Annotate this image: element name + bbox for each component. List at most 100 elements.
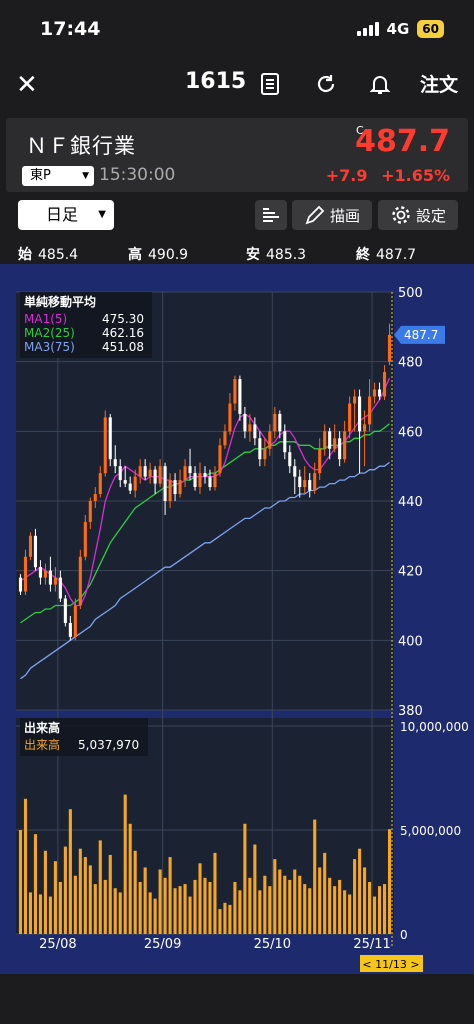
bar-list-icon bbox=[263, 208, 279, 222]
candle-up bbox=[168, 480, 172, 501]
candle-down bbox=[377, 389, 382, 397]
chevron-down-icon: ▼ bbox=[82, 171, 89, 181]
candle-up bbox=[218, 445, 222, 474]
current-price: 487.7 bbox=[355, 124, 450, 159]
period-select[interactable]: 日足 ▼ bbox=[18, 200, 114, 230]
market-select[interactable]: 東P ▼ bbox=[22, 166, 94, 186]
close-icon[interactable]: ✕ bbox=[16, 70, 38, 100]
price-tick-label: 400 bbox=[398, 634, 423, 649]
volume-bar bbox=[53, 861, 57, 934]
candle-down bbox=[163, 466, 167, 501]
volume-bar bbox=[123, 794, 127, 934]
candle-down bbox=[128, 483, 132, 491]
last-price-tag: 487.7 bbox=[394, 325, 445, 344]
volume-tick-label: 0 bbox=[400, 928, 408, 942]
month-tick-label: 25/09 bbox=[144, 937, 181, 952]
ma1-label: MA1(5) bbox=[24, 312, 67, 326]
volume-bar bbox=[298, 875, 302, 934]
refresh-icon[interactable] bbox=[314, 72, 338, 96]
candle-up bbox=[213, 473, 217, 488]
price-tick-label: 380 bbox=[398, 704, 423, 719]
chart-area[interactable]: 500 480 460 440 420 400 380 10,000,000 5,000,000… bbox=[0, 264, 474, 974]
candle-down bbox=[123, 480, 127, 484]
price-tick-label: 440 bbox=[398, 495, 423, 510]
settings-button[interactable]: 設定 bbox=[378, 200, 458, 230]
signal-icon bbox=[356, 22, 379, 36]
candle-up bbox=[363, 424, 367, 432]
candle-down bbox=[358, 396, 362, 432]
candle-down bbox=[58, 577, 62, 599]
candle-up bbox=[98, 473, 102, 495]
candle-down bbox=[48, 570, 52, 585]
volume-bar bbox=[133, 850, 137, 934]
price-tick-label: 420 bbox=[398, 565, 423, 580]
status-indicators: 4G 60 bbox=[356, 20, 444, 38]
candle-down bbox=[308, 480, 312, 491]
volume-bar bbox=[108, 854, 112, 934]
chevron-down-icon: ▼ bbox=[98, 209, 106, 220]
volume-bar bbox=[113, 888, 117, 934]
status-time: 17:44 bbox=[40, 18, 101, 40]
candle-down bbox=[253, 424, 257, 439]
candle-up bbox=[273, 413, 277, 432]
ma2-label: MA2(25) bbox=[24, 326, 75, 340]
candle-up bbox=[313, 473, 317, 491]
volume-bar bbox=[143, 867, 147, 934]
candle-down bbox=[298, 476, 302, 488]
month-tick-label: 25/08 bbox=[39, 937, 76, 952]
draw-button[interactable]: 描画 bbox=[292, 200, 372, 230]
document-icon[interactable] bbox=[258, 72, 282, 96]
volume-bar bbox=[78, 848, 82, 934]
date-cursor[interactable]: < 11/13 > bbox=[360, 955, 423, 972]
volume-bar bbox=[23, 798, 28, 934]
date-cursor-label: < 11/13 > bbox=[362, 958, 419, 971]
volume-bar bbox=[353, 859, 357, 934]
nav-bar: ✕ 1615 注文 bbox=[0, 60, 474, 110]
candle-up bbox=[133, 476, 137, 491]
candle-up bbox=[228, 403, 232, 432]
candle-up bbox=[103, 417, 107, 474]
order-button[interactable]: 注文 bbox=[420, 70, 458, 97]
bell-icon[interactable] bbox=[368, 72, 392, 96]
candle-up bbox=[198, 473, 202, 488]
volume-bar bbox=[308, 888, 312, 934]
candle-down bbox=[38, 567, 42, 578]
candlestick-chart[interactable]: 500 480 460 440 420 400 38010,000,000 5,000,000… bbox=[0, 264, 474, 974]
volume-bar bbox=[163, 877, 167, 934]
volume-value: 5,037,970 bbox=[78, 738, 139, 752]
candle-down bbox=[63, 598, 67, 623]
candle-up bbox=[233, 379, 237, 404]
volume-bar bbox=[213, 852, 217, 934]
volume-bar bbox=[233, 882, 237, 934]
candle-up bbox=[183, 466, 187, 481]
candle-up bbox=[333, 438, 337, 449]
candle-up bbox=[158, 466, 162, 484]
volume-bar bbox=[28, 892, 33, 934]
volume-bar bbox=[93, 884, 97, 934]
volume-bar bbox=[303, 884, 307, 934]
candle-up bbox=[88, 501, 92, 522]
volume-bar bbox=[178, 886, 182, 934]
candle-up bbox=[148, 469, 152, 477]
ma3-label: MA3(75) bbox=[24, 340, 75, 354]
volume-bar bbox=[223, 902, 227, 934]
volume-bar bbox=[18, 830, 23, 934]
volume-bar bbox=[68, 809, 72, 934]
volume-bar bbox=[283, 875, 287, 934]
gear-icon bbox=[392, 206, 410, 224]
volume-bar bbox=[373, 896, 377, 934]
candle-down bbox=[18, 577, 23, 592]
volume-bar bbox=[358, 848, 362, 934]
volume-bar bbox=[273, 859, 277, 934]
volume-bar bbox=[48, 896, 52, 934]
candle-up bbox=[318, 448, 322, 474]
candle-down bbox=[278, 413, 282, 432]
volume-bar bbox=[228, 904, 232, 934]
candle-down bbox=[288, 452, 292, 467]
settings-label: 設定 bbox=[415, 206, 446, 225]
volume-bar bbox=[248, 877, 252, 934]
volume-bar bbox=[333, 886, 337, 934]
candle-down bbox=[118, 466, 122, 481]
indicator-button[interactable] bbox=[255, 200, 287, 230]
ma3-value: 451.08 bbox=[102, 340, 144, 354]
